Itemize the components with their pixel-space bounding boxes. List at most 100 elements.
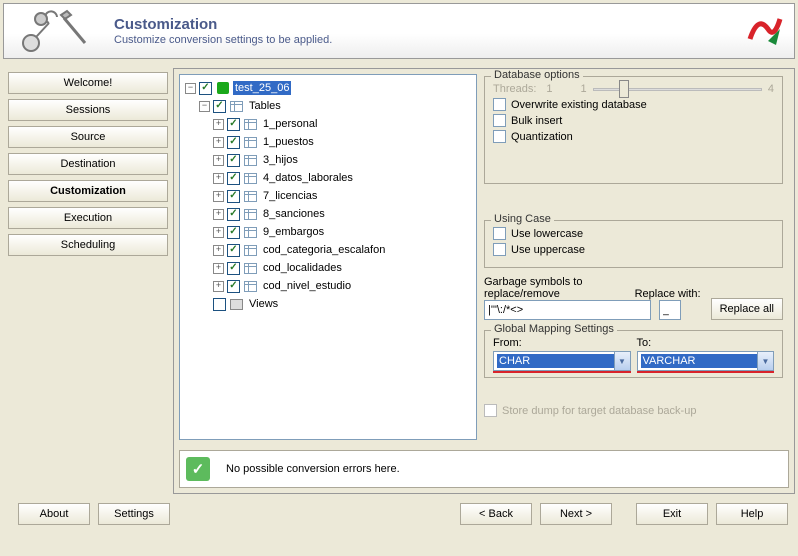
tree-checkbox[interactable] (213, 298, 226, 311)
quantization-checkbox[interactable] (493, 130, 506, 143)
threads-max: 4 (768, 83, 774, 95)
help-button[interactable]: Help (716, 503, 788, 525)
objects-tree[interactable]: −test_25_06−Tables+1_personal+1_puestos+… (179, 74, 477, 440)
tree-table-1_personal[interactable]: +1_personal (182, 115, 474, 133)
tree-checkbox[interactable] (227, 262, 240, 275)
store-dump-checkbox[interactable] (484, 404, 497, 417)
replace-input[interactable] (659, 300, 681, 320)
nav-step-source[interactable]: Source (8, 126, 168, 148)
expand-icon[interactable]: + (213, 191, 224, 202)
tree-table-cod_nivel_estudio[interactable]: + cod_nivel_estudio (182, 277, 474, 295)
overwrite-label: Overwrite existing database (511, 99, 647, 111)
tree-checkbox[interactable] (227, 280, 240, 293)
app-logo-icon (744, 11, 784, 51)
table-icon (243, 279, 258, 293)
expand-icon[interactable]: + (213, 137, 224, 148)
nav-step-scheduling[interactable]: Scheduling (8, 234, 168, 256)
tree-table-4_datos_laborales[interactable]: +4_datos_laborales (182, 169, 474, 187)
collapse-icon[interactable]: − (185, 83, 196, 94)
threads-min: 1 (581, 83, 587, 95)
expand-icon[interactable]: + (213, 209, 224, 220)
quantization-label: Quantization (511, 131, 573, 143)
tree-checkbox[interactable] (213, 100, 226, 113)
collapse-icon[interactable]: − (199, 101, 210, 112)
about-button[interactable]: About (18, 503, 90, 525)
table-icon (229, 99, 244, 113)
tree-label: cod_localidades (261, 261, 344, 275)
expand-icon[interactable]: + (213, 245, 224, 256)
table-icon (243, 117, 258, 131)
garbage-input[interactable] (484, 300, 651, 320)
exit-button[interactable]: Exit (636, 503, 708, 525)
from-dropdown[interactable]: CHAR▼ (493, 351, 631, 371)
threads-slider[interactable] (593, 88, 762, 91)
nav-step-destination[interactable]: Destination (8, 153, 168, 175)
nav-step-welcome[interactable]: Welcome! (8, 72, 168, 94)
garbage-label: Garbage symbols to replace/remove (484, 276, 651, 300)
tree-table-9_embargos[interactable]: +9_embargos (182, 223, 474, 241)
settings-button[interactable]: Settings (98, 503, 170, 525)
options-pane: Database options Threads: 1 1 4 Overwrit… (482, 74, 789, 440)
tree-views-folder[interactable]: Views (182, 295, 474, 313)
tree-database[interactable]: − test_25_06 (182, 79, 474, 97)
tree-tables-folder[interactable]: − Tables (182, 97, 474, 115)
table-icon (243, 207, 258, 221)
uppercase-checkbox[interactable] (493, 243, 506, 256)
tree-label: 9_embargos (261, 225, 326, 239)
replace-with-label: Replace with: (635, 288, 703, 300)
database-icon (215, 81, 230, 95)
bulk-checkbox[interactable] (493, 114, 506, 127)
tree-label: cod_nivel_estudio (261, 279, 353, 293)
tree-checkbox[interactable] (227, 226, 240, 239)
tree-checkbox[interactable] (227, 208, 240, 221)
lowercase-checkbox[interactable] (493, 227, 506, 240)
threads-current: 1 (546, 83, 552, 95)
threads-label: Threads: (493, 83, 536, 95)
tree-label: Views (247, 297, 280, 311)
expand-icon[interactable]: + (213, 173, 224, 184)
view-icon (229, 297, 244, 311)
tree-checkbox[interactable] (227, 172, 240, 185)
tree-label: 1_puestos (261, 135, 316, 149)
expand-icon[interactable]: + (213, 119, 224, 130)
chevron-down-icon: ▼ (757, 352, 773, 370)
check-icon: ✓ (186, 457, 210, 481)
tree-label: test_25_06 (233, 81, 291, 95)
table-icon (243, 261, 258, 275)
from-label: From: (493, 337, 631, 349)
nav-step-customization[interactable]: Customization (8, 180, 168, 202)
nav-step-sessions[interactable]: Sessions (8, 99, 168, 121)
page-subtitle: Customize conversion settings to be appl… (114, 34, 744, 46)
chevron-down-icon: ▼ (614, 352, 630, 370)
mapping-group-title: Global Mapping Settings (491, 323, 617, 335)
tree-table-7_licencias[interactable]: +7_licencias (182, 187, 474, 205)
table-icon (243, 225, 258, 239)
tree-checkbox[interactable] (227, 244, 240, 257)
db-options-group-title: Database options (491, 69, 583, 81)
case-group-title: Using Case (491, 213, 554, 225)
tree-label: Tables (247, 99, 283, 113)
tree-table-1_puestos[interactable]: +1_puestos (182, 133, 474, 151)
overwrite-checkbox[interactable] (493, 98, 506, 111)
bulk-label: Bulk insert (511, 115, 562, 127)
table-icon (243, 171, 258, 185)
tree-checkbox[interactable] (227, 190, 240, 203)
tree-table-cod_localidades[interactable]: + cod_localidades (182, 259, 474, 277)
next-button[interactable]: Next > (540, 503, 612, 525)
expand-icon[interactable]: + (213, 281, 224, 292)
expand-icon[interactable]: + (213, 227, 224, 238)
tree-checkbox[interactable] (227, 136, 240, 149)
nav-step-execution[interactable]: Execution (8, 207, 168, 229)
status-bar: ✓ No possible conversion errors here. (179, 450, 789, 488)
replace-all-button[interactable]: Replace all (711, 298, 783, 320)
tree-table-8_sanciones[interactable]: +8_sanciones (182, 205, 474, 223)
expand-icon[interactable]: + (213, 155, 224, 166)
tree-checkbox[interactable] (227, 154, 240, 167)
tree-checkbox[interactable] (199, 82, 212, 95)
to-dropdown[interactable]: VARCHAR▼ (637, 351, 775, 371)
tree-table-cod_categoria_escalafon[interactable]: +cod_categoria_escalafon (182, 241, 474, 259)
expand-icon[interactable]: + (213, 263, 224, 274)
back-button[interactable]: < Back (460, 503, 532, 525)
tree-checkbox[interactable] (227, 118, 240, 131)
tree-table-3_hijos[interactable]: +3_hijos (182, 151, 474, 169)
